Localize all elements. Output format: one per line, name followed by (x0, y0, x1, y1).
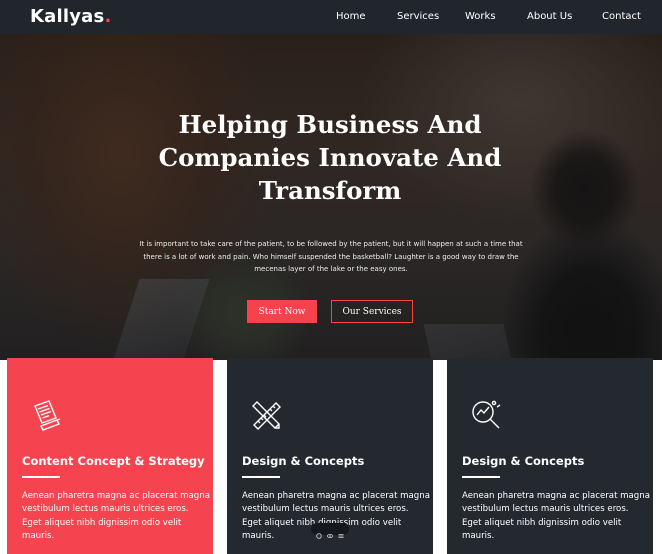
service-card-design-concepts[interactable]: Design & Concepts Aenean pharetra magna … (447, 358, 653, 554)
floating-toolbar[interactable] (311, 523, 349, 539)
brand-name: Kallyas (30, 6, 105, 27)
comment-icon[interactable] (316, 526, 323, 539)
service-card-content-concept[interactable]: Content Concept & Strategy Aenean pharet… (7, 358, 213, 554)
card-divider (22, 476, 60, 478)
card-description: Aenean pharetra magna ac placerat magna … (242, 491, 430, 542)
card-description: Aenean pharetra magna ac placerat magna … (462, 491, 650, 542)
hero-section: Helping Business And Companies Innovate … (0, 34, 662, 360)
nav-home[interactable]: Home (336, 11, 366, 22)
card-title: Design & Concepts (462, 454, 585, 468)
card-title: Content Concept & Strategy (22, 454, 205, 468)
nav-about-us[interactable]: About Us (527, 11, 572, 22)
eye-icon[interactable] (326, 526, 333, 539)
start-now-button[interactable]: Start Now (247, 300, 317, 323)
menu-icon[interactable] (338, 526, 344, 538)
brand-dot: . (104, 6, 112, 27)
top-navbar: Kallyas. Home Services Works About Us Co… (0, 0, 662, 34)
brand-logo[interactable]: Kallyas. (30, 6, 111, 27)
document-pencil-icon (34, 400, 61, 431)
card-divider (242, 476, 280, 478)
card-title: Design & Concepts (242, 454, 365, 468)
hero-description: It is important to take care of the pati… (139, 240, 523, 273)
card-description: Aenean pharetra magna ac placerat magna … (22, 491, 210, 542)
nav-services[interactable]: Services (397, 11, 439, 22)
card-divider (462, 476, 500, 478)
our-services-button[interactable]: Our Services (331, 300, 413, 323)
nav-works[interactable]: Works (465, 11, 496, 22)
magnifier-analytics-icon (472, 400, 501, 429)
pencil-ruler-icon (252, 401, 281, 430)
hero-title: Helping Business And Companies Innovate … (158, 110, 502, 205)
nav-contact[interactable]: Contact (602, 11, 641, 22)
